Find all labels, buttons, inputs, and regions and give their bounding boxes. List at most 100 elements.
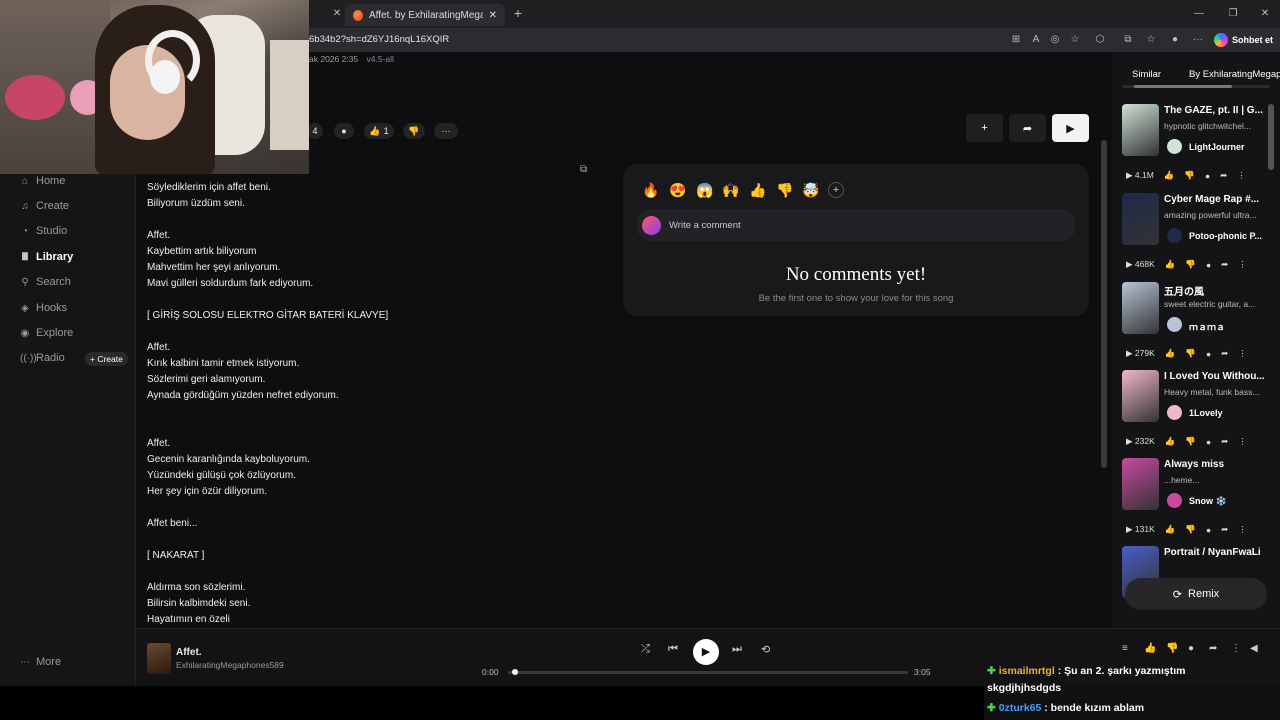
artist-avatar[interactable] bbox=[1167, 405, 1182, 420]
tabs-scrollbar[interactable] bbox=[1122, 85, 1270, 88]
play-song-button[interactable]: ▶ bbox=[1052, 114, 1089, 142]
song-title[interactable]: I Loved You Withou... bbox=[1164, 371, 1279, 382]
app-icon[interactable]: ⊞ bbox=[1009, 33, 1023, 47]
share-icon[interactable]: ➦ bbox=[1221, 259, 1228, 270]
thumbs-down-icon[interactable]: 👎 bbox=[1185, 259, 1196, 270]
dislike-button[interactable]: 👎 bbox=[403, 123, 425, 139]
sidebar-item-radio[interactable]: ((·)) Radio bbox=[20, 352, 65, 364]
add-reaction-icon[interactable]: + bbox=[828, 182, 844, 198]
more-dots-icon[interactable]: ⋮ bbox=[1231, 643, 1241, 654]
comment-icon[interactable]: ● bbox=[1188, 643, 1194, 654]
add-to-playlist-button[interactable]: + bbox=[966, 114, 1003, 142]
comment-input[interactable]: Write a comment bbox=[636, 209, 1076, 241]
similar-song-card[interactable]: Cyber Mage Rap #... amazing powerful ultr… bbox=[1122, 193, 1280, 281]
artist-avatar[interactable] bbox=[1167, 228, 1182, 243]
artist-avatar[interactable] bbox=[1167, 139, 1182, 154]
close-tab-icon[interactable]: ✕ bbox=[489, 10, 497, 21]
artist-name[interactable]: ｍａｍａ bbox=[1189, 320, 1225, 333]
now-playing-artist[interactable]: ExhilaratingMegaphones589 bbox=[176, 660, 284, 670]
more-dots-icon[interactable]: ⋮ bbox=[1237, 170, 1246, 181]
comment-icon[interactable]: ● bbox=[1206, 349, 1211, 359]
thumbs-down-icon[interactable]: 👎 bbox=[1185, 436, 1196, 447]
copy-lyrics-icon[interactable]: ⧉ bbox=[580, 164, 587, 175]
more-dots-icon[interactable]: ⋮ bbox=[1238, 524, 1247, 535]
extensions-icon[interactable]: ⬡ bbox=[1093, 33, 1107, 47]
sidebar-item-home[interactable]: ⌂ Home bbox=[20, 175, 65, 187]
next-icon[interactable]: ⏭ bbox=[732, 643, 742, 656]
reaction-fire-icon[interactable]: 🔥 bbox=[642, 182, 659, 199]
artist-avatar[interactable] bbox=[1167, 317, 1182, 332]
main-scrollbar[interactable] bbox=[1101, 140, 1107, 468]
previous-icon[interactable]: ⏮ bbox=[668, 643, 678, 656]
browser-tab[interactable]: Affet. by ExhilaratingMegaphones589 ✕ bbox=[345, 4, 505, 26]
split-screen-icon[interactable]: ⧉ bbox=[1121, 33, 1135, 47]
more-dots-icon[interactable]: ⋮ bbox=[1238, 348, 1247, 359]
play-count[interactable]: ▶ 232K bbox=[1126, 436, 1155, 447]
thumbs-down-icon[interactable]: 👎 bbox=[1185, 524, 1196, 535]
reaction-raised-hands-icon[interactable]: 🙌 bbox=[722, 182, 739, 199]
remix-button[interactable]: ⟳ Remix bbox=[1125, 578, 1267, 610]
play-count[interactable]: ▶ 131K bbox=[1126, 524, 1155, 535]
artist-name[interactable]: LightJourner bbox=[1189, 142, 1245, 152]
thumbs-up-icon[interactable]: 👍 bbox=[1144, 643, 1156, 654]
sidebar-more[interactable]: ⋯ More bbox=[20, 656, 61, 668]
comment-icon[interactable]: ● bbox=[1206, 260, 1211, 270]
comment-icon[interactable]: ● bbox=[1206, 525, 1211, 535]
thumbs-up-icon[interactable]: 👍 bbox=[1165, 436, 1176, 447]
more-dots-icon[interactable]: ⋮ bbox=[1238, 259, 1247, 270]
more-options-button[interactable]: ··· bbox=[434, 123, 458, 139]
thumbs-up-icon[interactable]: 👍 bbox=[1165, 348, 1176, 359]
artist-avatar[interactable] bbox=[1167, 493, 1182, 508]
hooks-create-button[interactable]: + Create bbox=[85, 352, 128, 366]
comment-icon[interactable]: ● bbox=[1206, 437, 1211, 447]
reaction-thumbs-down-icon[interactable]: 👎 bbox=[776, 182, 793, 199]
similar-song-card[interactable]: 五月の風 sweet electric guitar, a... ｍａｍａ ▶ 279… bbox=[1122, 282, 1280, 370]
tab-similar[interactable]: Similar bbox=[1132, 65, 1161, 84]
like-button[interactable]: 👍 1 bbox=[364, 123, 394, 139]
sidebar-item-create[interactable]: ♫ Create bbox=[20, 200, 69, 212]
url-field[interactable]: 6b34b2?sh=dZ6YJ16nqL16XQIR bbox=[309, 34, 449, 45]
more-dots-icon[interactable]: ⋮ bbox=[1238, 436, 1247, 447]
share-icon[interactable]: ➦ bbox=[1221, 348, 1228, 359]
restore-icon[interactable]: ❐ bbox=[1226, 7, 1240, 21]
song-title[interactable]: Cyber Mage Rap #... bbox=[1164, 194, 1279, 205]
tab-by-artist[interactable]: By ExhilaratingMegap bbox=[1189, 65, 1280, 84]
reaction-shocked-icon[interactable]: 😱 bbox=[696, 182, 713, 199]
minimize-icon[interactable]: — bbox=[1192, 7, 1206, 21]
thumbs-down-icon[interactable]: 👎 bbox=[1185, 348, 1196, 359]
song-title[interactable]: Always miss bbox=[1164, 459, 1279, 470]
song-cover[interactable] bbox=[1122, 458, 1159, 510]
sidebar-item-studio[interactable]: ◔ Studio bbox=[20, 225, 67, 237]
now-playing-cover[interactable] bbox=[147, 643, 171, 674]
share-icon[interactable]: ➦ bbox=[1209, 643, 1217, 654]
comment-button[interactable]: ● bbox=[334, 123, 354, 139]
new-tab-icon[interactable]: + bbox=[511, 6, 525, 20]
profile-avatar-icon[interactable]: ● bbox=[1168, 33, 1182, 47]
share-icon[interactable]: ➦ bbox=[1220, 170, 1227, 181]
queue-icon[interactable]: ≡ bbox=[1122, 643, 1128, 654]
play-count[interactable]: ▶ 279K bbox=[1126, 348, 1155, 359]
song-cover[interactable] bbox=[1122, 370, 1159, 422]
thumbs-up-icon[interactable]: 👍 bbox=[1164, 170, 1175, 181]
similar-song-card[interactable]: Always miss ...heme... Snow ❄️ ▶ 131K 👍 👎 ● ➦ ⋮ bbox=[1122, 458, 1280, 546]
close-window-icon[interactable]: ✕ bbox=[1258, 7, 1272, 21]
favorite-star-icon[interactable]: ☆ bbox=[1068, 33, 1082, 47]
similar-song-card[interactable]: I Loved You Withou... Heavy metal, funk b… bbox=[1122, 370, 1280, 458]
song-cover[interactable] bbox=[1122, 104, 1159, 156]
share-icon[interactable]: ➦ bbox=[1221, 524, 1228, 535]
play-count[interactable]: ▶ 4.1M bbox=[1126, 170, 1154, 181]
close-tab-icon[interactable]: ✕ bbox=[330, 7, 344, 21]
sidebar-item-library[interactable]: Ⅲ Library bbox=[20, 251, 74, 263]
copilot-button[interactable]: Sohbet et bbox=[1214, 31, 1273, 49]
artist-name[interactable]: 1Lovely bbox=[1189, 408, 1223, 418]
song-title[interactable]: The GAZE, pt. II | G... bbox=[1164, 105, 1279, 116]
now-playing-title[interactable]: Affet. bbox=[176, 647, 202, 658]
shuffle-icon[interactable]: ⤮ bbox=[641, 643, 650, 656]
sidebar-item-search[interactable]: ⚲ Search bbox=[20, 276, 71, 288]
progress-knob[interactable] bbox=[512, 669, 518, 675]
reaction-mind-blown-icon[interactable]: 🤯 bbox=[802, 182, 819, 199]
reaction-heart-eyes-icon[interactable]: 😍 bbox=[669, 182, 686, 199]
more-menu-icon[interactable]: ··· bbox=[1191, 33, 1205, 47]
share-icon[interactable]: ➦ bbox=[1221, 436, 1228, 447]
song-title[interactable]: Portrait / NyanFwaLi bbox=[1164, 547, 1279, 558]
